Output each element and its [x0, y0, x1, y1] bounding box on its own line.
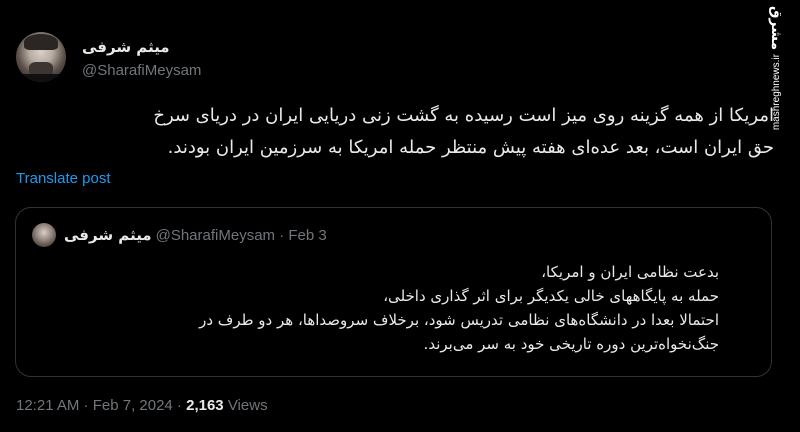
tweet-footer: 12:21 AM · Feb 7, 2024 · 2,163 Views — [16, 397, 268, 414]
quoted-author-name[interactable]: میثم شرفی — [64, 226, 152, 244]
quoted-text-line: حمله به پایگاههای خالی یکدیگر برای اثر گ… — [383, 287, 719, 305]
tweet-text-line: حق ایران است، بعد عده‌ای هفته پیش منتظر … — [167, 137, 774, 158]
quoted-text-line: جنگ‌نخواه‌ترین دوره تاریخی خود به سر می‌… — [423, 335, 719, 353]
quoted-tweet-text: بدعت نظامی ایران و امریکا، حمله به پایگا… — [59, 260, 719, 356]
quoted-text-line: بدعت نظامی ایران و امریکا، — [541, 263, 719, 281]
quoted-handle-date: @SharafiMeysam · Feb 3 — [155, 227, 327, 244]
views-count: 2,163 — [186, 397, 224, 414]
author-name[interactable]: میثم شرفی — [82, 38, 170, 56]
quoted-tweet[interactable]: میثم شرفی @SharafiMeysam · Feb 3 بدعت نظا… — [15, 207, 772, 377]
tweet-timestamp[interactable]: 12:21 AM · Feb 7, 2024 · — [16, 397, 186, 414]
author-avatar[interactable] — [16, 32, 66, 82]
quoted-text-line: احتمالا بعدا در دانشگاه‌های نظامی تدریس … — [199, 311, 719, 329]
avatar-hair — [24, 34, 58, 50]
views-label: Views — [223, 397, 268, 414]
watermark-logo: مشرق — [768, 6, 784, 51]
tweet-text: امریکا از همه گزینه روی میز است رسیده به… — [54, 100, 774, 164]
author-handle[interactable]: @SharafiMeysam — [82, 62, 201, 79]
translate-post-link[interactable]: Translate post — [16, 170, 111, 187]
avatar-shirt — [16, 74, 66, 82]
tweet-card: میثم شرفی @SharafiMeysam امریکا از همه گ… — [0, 0, 800, 432]
quoted-tweet-header: میثم شرفی @SharafiMeysam · Feb 3 — [64, 226, 327, 244]
tweet-text-line: امریکا از همه گزینه روی میز است رسیده به… — [153, 105, 774, 126]
mashregh-watermark: مشرق mashreghnews.ir — [758, 6, 794, 130]
quoted-author-avatar[interactable] — [32, 223, 56, 247]
watermark-site: mashreghnews.ir — [770, 54, 782, 131]
